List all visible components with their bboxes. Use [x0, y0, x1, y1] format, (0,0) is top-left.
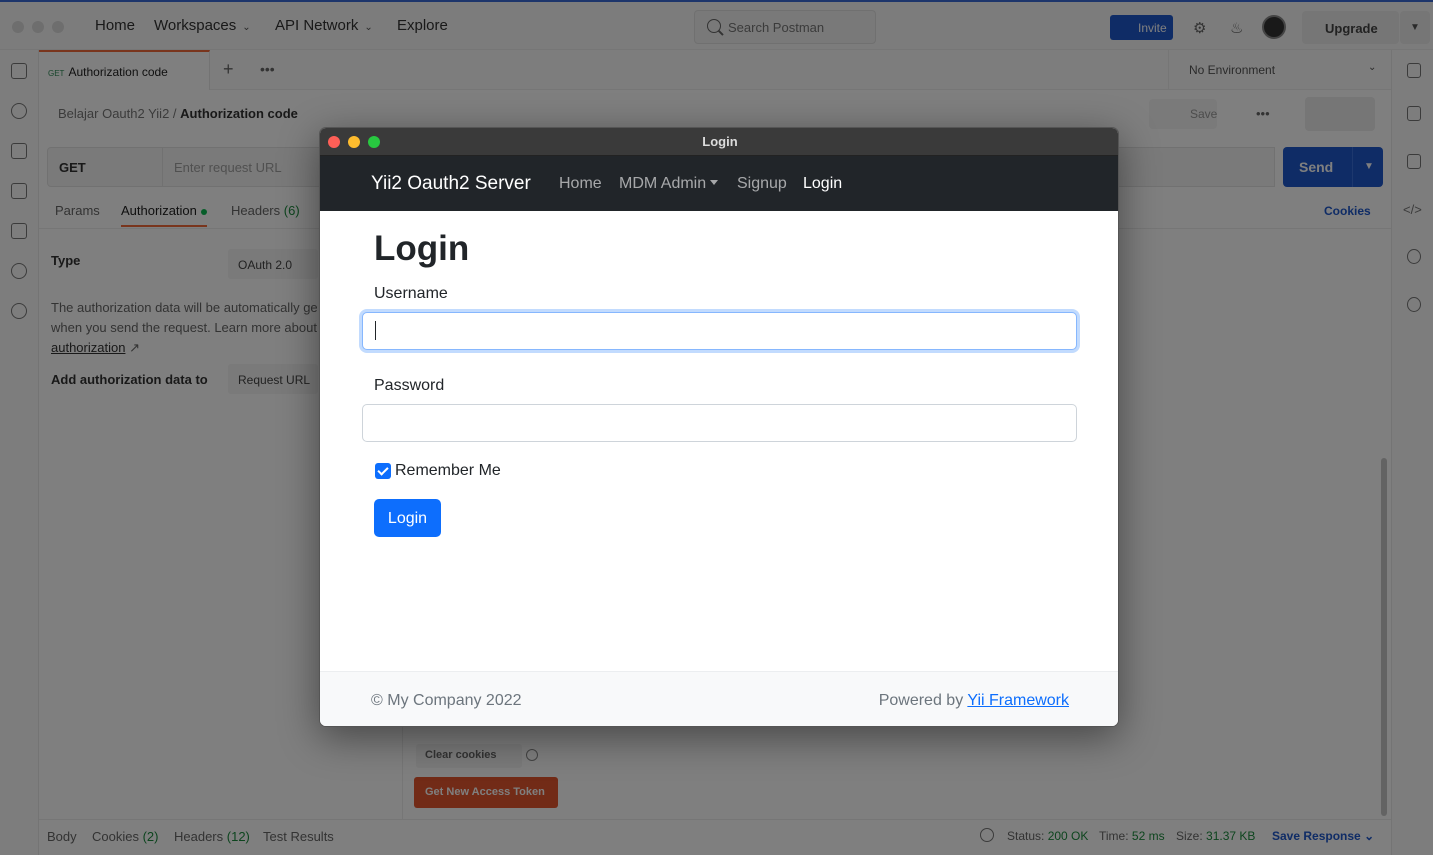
- nav-link-signup[interactable]: Signup: [737, 175, 787, 193]
- zoom-window-icon[interactable]: [368, 136, 380, 148]
- close-window-icon[interactable]: [328, 136, 340, 148]
- username-input[interactable]: [362, 312, 1077, 350]
- powered-by: Powered by Yii Framework: [879, 692, 1069, 710]
- minimize-window-icon[interactable]: [348, 136, 360, 148]
- login-button[interactable]: Login: [374, 499, 441, 537]
- remember-me-label[interactable]: Remember Me: [395, 462, 501, 480]
- nav-link-login[interactable]: Login: [803, 175, 842, 193]
- text-cursor: [375, 321, 376, 340]
- caret-down-icon: [710, 179, 719, 185]
- powered-by-label: Powered by: [878, 692, 964, 709]
- window-title: Login: [702, 134, 738, 149]
- login-popup-window: Login Yii2 Oauth2 Server Home MDM Admin …: [319, 127, 1119, 727]
- window-title-bar: Login: [320, 128, 1118, 156]
- remember-me-checkbox[interactable]: [375, 463, 391, 479]
- nav-link-mdm-admin-label: MDM Admin: [619, 175, 707, 192]
- password-label: Password: [374, 377, 445, 394]
- copyright-text: © My Company 2022: [371, 692, 522, 709]
- yii-framework-link[interactable]: Yii Framework: [967, 692, 1069, 709]
- nav-link-home[interactable]: Home: [559, 175, 602, 193]
- site-footer: © My Company 2022 Powered by Yii Framewo…: [320, 671, 1118, 726]
- navbar-brand[interactable]: Yii2 Oauth2 Server: [371, 173, 531, 195]
- nav-link-mdm-admin[interactable]: MDM Admin: [619, 175, 719, 193]
- page-title: Login: [374, 229, 470, 268]
- site-navbar: Yii2 Oauth2 Server Home MDM Admin Signup…: [320, 156, 1118, 211]
- password-input[interactable]: [362, 404, 1077, 442]
- username-label: Username: [374, 285, 448, 302]
